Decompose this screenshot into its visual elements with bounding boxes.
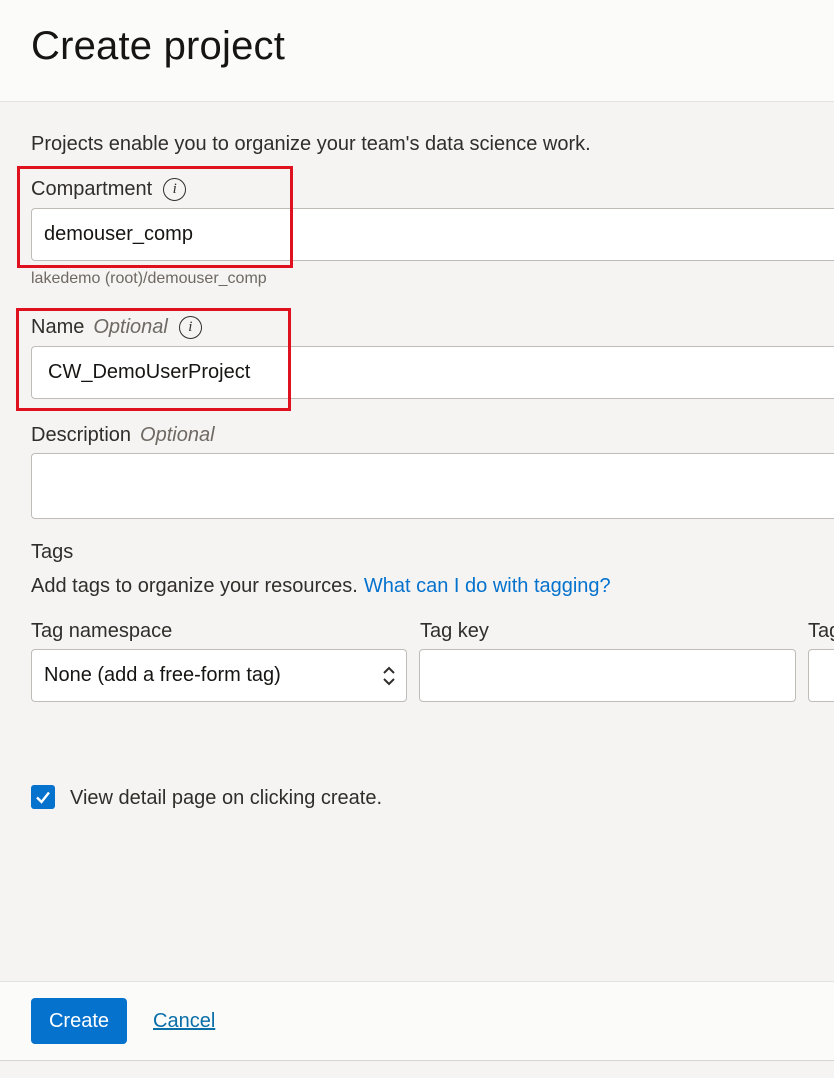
tag-namespace-label: Tag namespace — [31, 620, 173, 642]
checkmark-icon — [36, 791, 50, 804]
tag-namespace-value: None (add a free-form tag) — [44, 664, 281, 686]
page-title: Create project — [31, 24, 286, 68]
select-updown-icon — [383, 666, 395, 686]
tag-value-input[interactable] — [808, 649, 834, 702]
tagging-help-link[interactable]: What can I do with tagging? — [364, 575, 611, 598]
name-optional-label: Optional — [93, 316, 168, 338]
description-textarea[interactable] — [31, 453, 834, 519]
compartment-label-row: Compartment i — [31, 178, 187, 201]
info-icon[interactable]: i — [178, 316, 202, 339]
view-detail-checkbox[interactable] — [31, 785, 55, 809]
description-optional-label: Optional — [140, 424, 215, 446]
tag-key-label: Tag key — [420, 620, 489, 642]
description-label: Description — [31, 424, 132, 446]
tag-key-input[interactable] — [419, 649, 796, 702]
tags-heading: Tags — [31, 541, 74, 563]
name-value: CW_DemoUserProject — [48, 361, 251, 383]
panel-footer: Create Cancel — [0, 981, 834, 1061]
tag-value-label: Tag value — [808, 620, 834, 642]
tags-help-row: Add tags to organize your resources. Wha… — [31, 575, 611, 598]
name-input[interactable]: CW_DemoUserProject — [31, 346, 834, 399]
create-button[interactable]: Create — [31, 998, 127, 1044]
view-detail-label[interactable]: View detail page on clicking create. — [70, 787, 382, 810]
tags-help-text: Add tags to organize your resources. — [31, 575, 358, 597]
compartment-select[interactable]: demouser_comp — [31, 208, 834, 261]
info-icon[interactable]: i — [163, 178, 187, 201]
compartment-path-hint: lakedemo (root)/demouser_comp — [31, 270, 267, 287]
cancel-link[interactable]: Cancel — [153, 1010, 215, 1033]
intro-text: Projects enable you to organize your tea… — [31, 133, 591, 155]
name-label-row: Name Optional i — [31, 316, 202, 339]
compartment-value: demouser_comp — [44, 223, 193, 245]
panel-header: Create project — [0, 0, 834, 102]
tag-namespace-select[interactable]: None (add a free-form tag) — [31, 649, 407, 702]
compartment-label: Compartment — [31, 178, 153, 200]
name-label: Name — [31, 316, 85, 338]
description-label-row: Description Optional — [31, 424, 215, 447]
